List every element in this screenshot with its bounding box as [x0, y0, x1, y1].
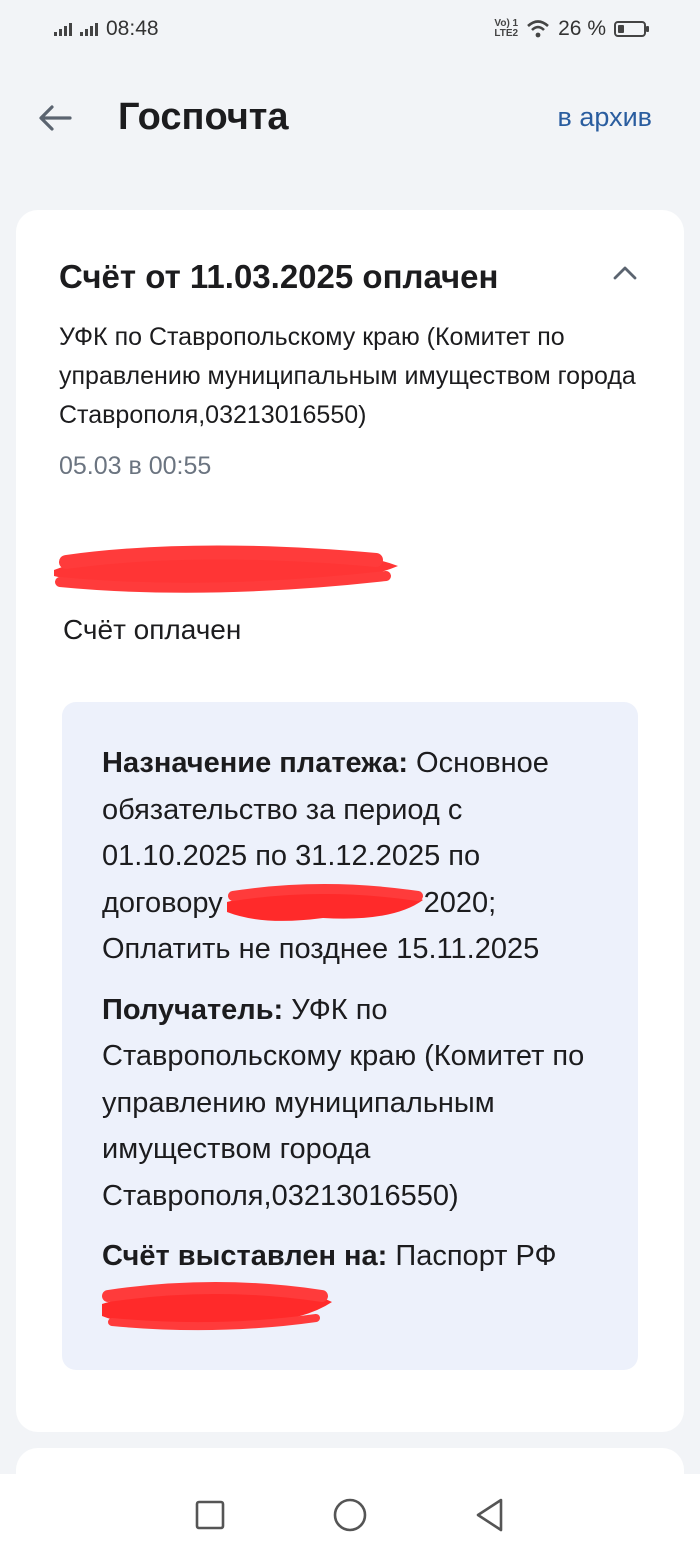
- redaction-mark-contract: [226, 883, 423, 921]
- home-icon[interactable]: [330, 1495, 370, 1535]
- archive-button[interactable]: в архив: [558, 102, 653, 133]
- issued-value: Паспорт РФ: [387, 1240, 557, 1272]
- back-arrow-icon[interactable]: [36, 98, 76, 138]
- recipient-value: УФК по Ставропольскому краю (Комитет по …: [102, 993, 585, 1212]
- message-card: Счёт от 11.03.2025 оплачен УФК по Ставро…: [16, 210, 684, 1432]
- issued-label: Счёт выставлен на:: [102, 1240, 388, 1272]
- recipient-row: Получатель: УФК по Ставропольскому краю …: [102, 987, 600, 1220]
- payment-details: Назначение платежа: Основное обязательст…: [62, 702, 638, 1370]
- status-bar: 08:48 Vo) 1 LTE2 26 %: [0, 0, 700, 58]
- battery-icon: [614, 21, 649, 37]
- recipient-label: Получатель:: [102, 993, 284, 1026]
- system-nav-bar: [0, 1474, 700, 1556]
- card-title: Счёт от 11.03.2025 оплачен: [59, 258, 499, 295]
- purpose-row: Назначение платежа: Основное обязательст…: [102, 740, 600, 973]
- message-datetime: 05.03 в 00:55: [59, 452, 212, 480]
- status-right: Vo) 1 LTE2 26 %: [494, 17, 649, 41]
- app-header: Госпочта в архив: [0, 70, 700, 166]
- chevron-up-icon[interactable]: [610, 258, 640, 288]
- wifi-icon: [527, 20, 549, 38]
- sender-organization: УФК по Ставропольскому краю (Комитет по …: [59, 323, 636, 429]
- payment-status: Счёт оплачен: [63, 614, 242, 645]
- clock: 08:48: [106, 17, 159, 40]
- status-left: 08:48: [54, 17, 159, 41]
- redaction-mark: [54, 545, 398, 593]
- battery-percent: 26 %: [558, 17, 606, 40]
- volte-icon: Vo) 1 LTE2: [494, 18, 519, 39]
- back-nav-icon[interactable]: [470, 1495, 510, 1535]
- purpose-label: Назначение платежа:: [102, 747, 408, 779]
- issued-row: Счёт выставлен на: Паспорт РФ: [102, 1233, 600, 1280]
- recent-apps-icon[interactable]: [190, 1495, 230, 1535]
- signal-2-icon: [80, 22, 98, 36]
- page-title: Госпочта: [118, 96, 289, 138]
- signal-icon: [54, 22, 72, 36]
- redaction-mark-passport: [102, 1282, 332, 1331]
